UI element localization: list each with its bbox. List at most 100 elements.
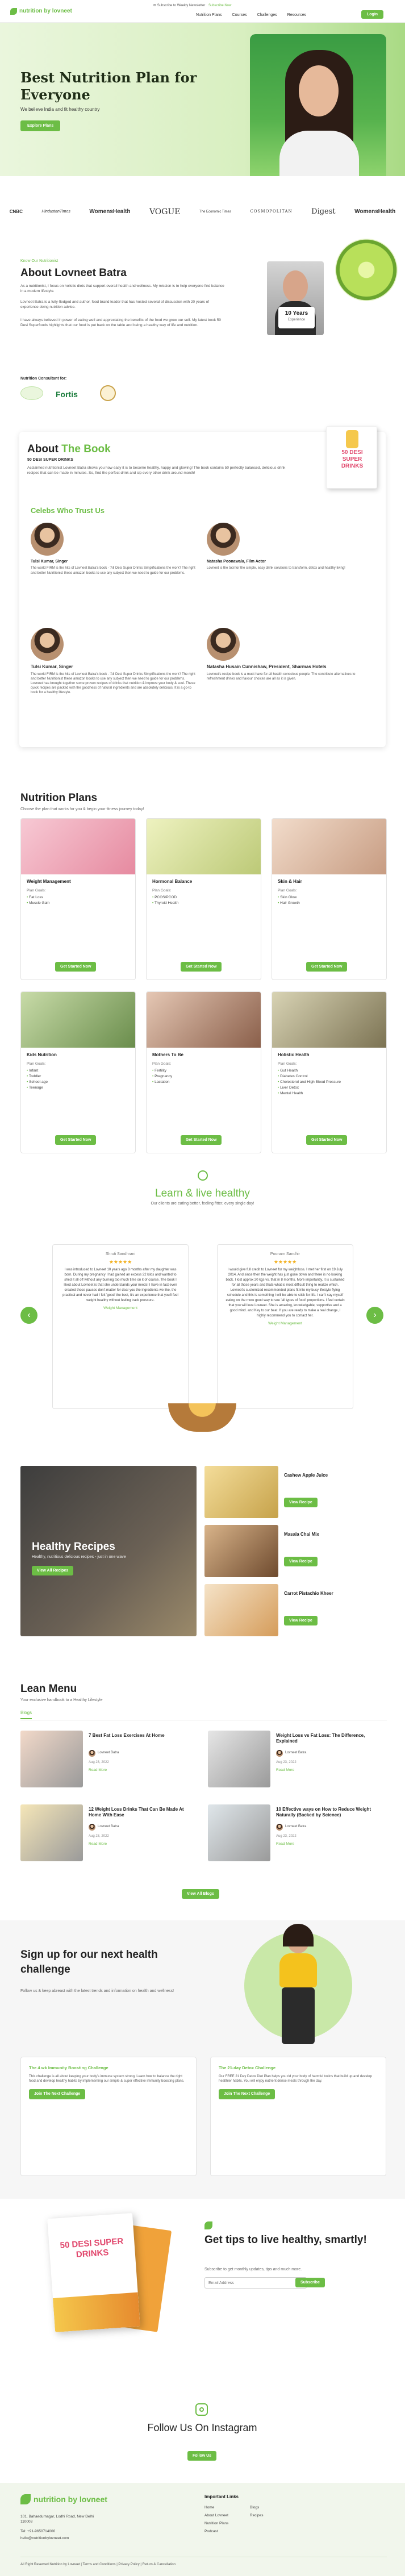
- nav-challenges[interactable]: Challenges: [257, 12, 277, 18]
- food-bowl-decoration: [168, 1403, 236, 1432]
- join-challenge-button[interactable]: Join The Next Challenge: [219, 2089, 275, 2099]
- footer-link[interactable]: Nutrition Plans: [204, 2521, 228, 2527]
- instagram-icon[interactable]: [195, 2403, 208, 2416]
- get-started-button[interactable]: Get Started Now: [306, 1135, 348, 1145]
- plan-goal-item: School-age: [27, 1079, 130, 1085]
- blog-title: Lean Menu: [20, 1683, 77, 1695]
- footer-phone[interactable]: Tel: +91-9650714000: [20, 2529, 55, 2535]
- footer-link[interactable]: Podcast: [204, 2529, 218, 2535]
- footer-brand[interactable]: nutrition by lovneet: [20, 2494, 107, 2505]
- blog-post[interactable]: 12 Weight Loss Drinks That Can Be Made A…: [20, 1804, 199, 1870]
- apple-icon: [198, 1170, 208, 1181]
- blog-section: Lean Menu Your exclusive handbook to a H…: [0, 1682, 405, 1909]
- blog-post-title[interactable]: 10 Effective ways on How to Reduce Weigh…: [276, 1807, 384, 1818]
- blog-post[interactable]: Weight Loss vs Fat Loss: The Difference,…: [208, 1731, 387, 1796]
- hero-cta-button[interactable]: Explore Plans: [20, 120, 61, 132]
- footer-email[interactable]: hello@nutritionbylovneet.com: [20, 2536, 69, 2541]
- get-started-button[interactable]: Get Started Now: [55, 1135, 97, 1145]
- get-started-button[interactable]: Get Started Now: [181, 961, 222, 972]
- get-started-button[interactable]: Get Started Now: [55, 961, 97, 972]
- plan-name: Kids Nutrition: [27, 1052, 57, 1057]
- challenge-name: The 21-day Detox Challenge: [219, 2065, 276, 2070]
- view-all-recipes-button[interactable]: View All Recipes: [32, 1566, 74, 1576]
- hero-section: Best Nutrition Plan for Everyone We beli…: [0, 23, 405, 176]
- newsletter-section: 50 DESI SUPER DRINKS Get tips to live he…: [0, 2204, 405, 2352]
- subscribe-link[interactable]: Subscribe Now: [208, 4, 231, 7]
- blog-post-title[interactable]: Weight Loss vs Fat Loss: The Difference,…: [276, 1733, 384, 1744]
- read-more-link[interactable]: Read More: [276, 1842, 294, 1847]
- nav-courses[interactable]: Courses: [232, 12, 247, 18]
- recipe-item[interactable]: Masala Chai Mix View Recipe: [204, 1525, 386, 1577]
- instagram-section: Follow Us On Instagram Follow Us: [0, 2403, 405, 2471]
- press-logos: CNBC HindustanTimes WomensHealth VOGUE T…: [0, 203, 405, 220]
- blog-date: Aug 23, 2022: [276, 1835, 297, 1838]
- footer-link[interactable]: Blogs: [250, 2506, 259, 2511]
- carousel-prev-button[interactable]: ‹: [20, 1307, 37, 1324]
- blog-post[interactable]: 7 Best Fat Loss Exercises At Home Lovneet…: [20, 1731, 199, 1796]
- press-logo: VOGUE: [149, 207, 181, 216]
- nav-nutrition-plans[interactable]: Nutrition Plans: [196, 12, 222, 18]
- get-started-button[interactable]: Get Started Now: [181, 1135, 222, 1145]
- blog-post[interactable]: 10 Effective ways on How to Reduce Weigh…: [208, 1804, 387, 1870]
- blog-post-title[interactable]: 12 Weight Loss Drinks That Can Be Made A…: [89, 1807, 197, 1818]
- testimonial-plan-link[interactable]: Weight Management: [226, 1322, 345, 1327]
- read-more-link[interactable]: Read More: [89, 1842, 107, 1847]
- press-logo: The Economic Times: [199, 210, 232, 214]
- read-more-link[interactable]: Read More: [89, 1768, 107, 1773]
- blog-author: Lovneet Batra: [98, 1751, 119, 1754]
- view-recipe-button[interactable]: View Recipe: [284, 1616, 318, 1626]
- recipe-item[interactable]: Carrot Pistachio Kheer View Recipe: [204, 1584, 386, 1636]
- plan-goals-list: Gut HealthDiabetes ControlCholesterol an…: [272, 1068, 386, 1097]
- plan-goal-item: Gut Health: [278, 1068, 381, 1074]
- challenge-section: Sign up for our next health challenge Fo…: [0, 1920, 405, 2199]
- footer-link[interactable]: Recipes: [250, 2514, 263, 2519]
- recipe-item[interactable]: Cashew Apple Juice View Recipe: [204, 1466, 386, 1518]
- hero-subtitle: We believe India and fit healthy country: [20, 107, 100, 112]
- plan-goal-item: Skin Glow: [278, 895, 381, 901]
- view-all-blogs-button[interactable]: View All Blogs: [182, 1889, 219, 1899]
- view-recipe-button[interactable]: View Recipe: [284, 1498, 318, 1508]
- blog-author: Lovneet Batra: [285, 1825, 307, 1828]
- read-more-link[interactable]: Read More: [276, 1768, 294, 1773]
- view-recipe-button[interactable]: View Recipe: [284, 1557, 318, 1567]
- plan-goal-item: Pregnancy: [152, 1074, 255, 1079]
- instagram-title: Follow Us On Instagram: [147, 2422, 257, 2433]
- author-avatar: [89, 1824, 95, 1831]
- celeb-name: Natasha Poonawala, Film Actor: [207, 560, 266, 564]
- consultant-label: Nutrition Consultant for:: [20, 377, 67, 381]
- figure-top: [279, 1953, 317, 1987]
- brand-logo[interactable]: nutrition by lovneet: [10, 7, 72, 15]
- recipes-subtitle: Healthy, nutritious delicious recipes - …: [32, 1555, 126, 1559]
- plan-goal-item: Liver Detox: [278, 1085, 381, 1091]
- plan-goals-list: PCOS/PCODThyroid Health: [147, 895, 261, 906]
- partner-logo-fortis-text: Fortis: [56, 390, 78, 399]
- tab-blogs[interactable]: Blogs: [20, 1710, 32, 1719]
- footer-link[interactable]: Home: [204, 2506, 214, 2511]
- testimonial-plan-link[interactable]: Weight Management: [61, 1306, 180, 1311]
- nav-resources[interactable]: Resources: [287, 12, 306, 18]
- plan-image: [147, 992, 261, 1048]
- carousel-next-button[interactable]: ›: [366, 1307, 383, 1324]
- footer-link[interactable]: About Lovneet: [204, 2514, 228, 2519]
- challenge-woman-figure: [273, 1924, 324, 2045]
- plans-grid: Weight Management Plan Goals: Fat LossMusc…: [20, 818, 387, 1170]
- newsletter-subscribe-button[interactable]: Subscribe: [295, 2278, 325, 2288]
- about-paragraph: Lovneet Batra is a fully-fledged and aut…: [20, 300, 210, 309]
- get-started-button[interactable]: Get Started Now: [306, 961, 348, 972]
- follow-us-button[interactable]: Follow Us: [187, 2451, 217, 2461]
- author-avatar: [89, 1750, 95, 1757]
- newsletter-email-input[interactable]: [204, 2277, 307, 2289]
- about-section: Know Our Nutritionist About Lovneet Batr…: [0, 239, 405, 403]
- plan-goal-item: PCOS/PCOD: [152, 895, 255, 901]
- celeb-card: Natasha Husain Cunnishaw, President, Sha…: [207, 628, 371, 681]
- celeb-card: Natasha Poonawala, Film Actor Lovneet is…: [207, 523, 371, 571]
- join-challenge-button[interactable]: Join The Next Challenge: [29, 2089, 86, 2099]
- plan-name: Holistic Health: [278, 1052, 310, 1057]
- recipes-title: Healthy Recipes: [32, 1541, 115, 1553]
- login-button[interactable]: Login: [361, 10, 384, 19]
- blog-post-title[interactable]: 7 Best Fat Loss Exercises At Home: [89, 1733, 197, 1739]
- press-logo: CNBC: [9, 209, 23, 214]
- about-kicker: Know Our Nutritionist: [20, 259, 59, 263]
- leaf-logo-icon: [20, 2494, 31, 2505]
- book-title: About The Book: [27, 443, 111, 455]
